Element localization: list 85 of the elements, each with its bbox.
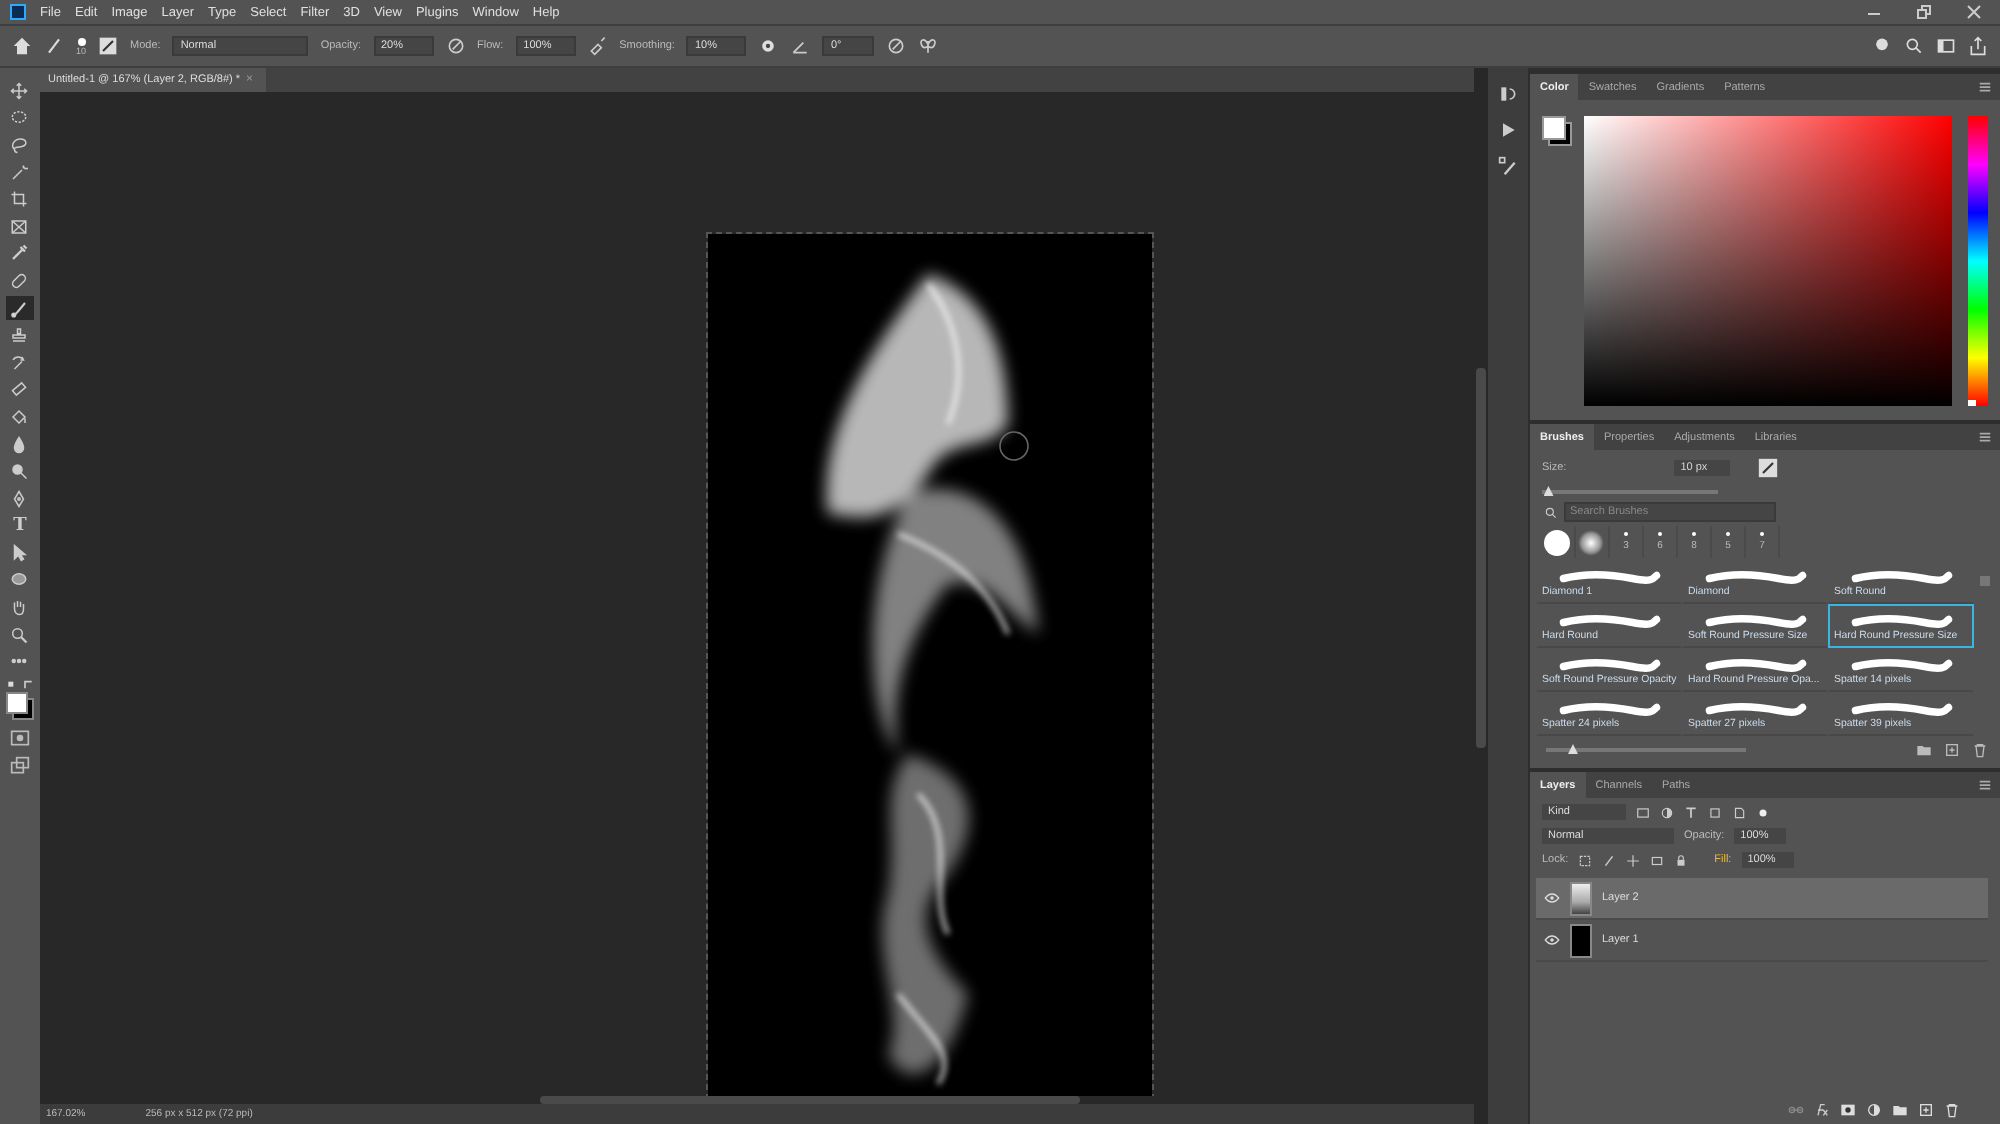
butterfly-icon[interactable] bbox=[918, 36, 939, 56]
lock-icon[interactable] bbox=[1674, 853, 1689, 867]
eye-icon[interactable] bbox=[1543, 892, 1560, 904]
app-logo-icon bbox=[10, 4, 26, 20]
home-icon[interactable] bbox=[12, 36, 32, 56]
pen-nib-icon bbox=[10, 489, 29, 508]
eye-icon[interactable] bbox=[1543, 934, 1560, 946]
brush-icon[interactable] bbox=[1602, 853, 1617, 867]
ellipse-icon bbox=[10, 570, 29, 589]
magic-wand-icon bbox=[10, 163, 29, 182]
zoom-icon bbox=[10, 625, 29, 644]
close-icon[interactable] bbox=[1964, 2, 1984, 22]
stamp-icon bbox=[10, 326, 29, 345]
eyedropper-icon bbox=[10, 244, 29, 263]
lasso-icon bbox=[10, 135, 29, 154]
shape-filter-icon[interactable] bbox=[1707, 805, 1722, 819]
layer-thumbnail bbox=[1569, 881, 1592, 915]
brushes-scrollbar[interactable] bbox=[1979, 576, 1990, 586]
airbrush-icon[interactable] bbox=[587, 36, 608, 56]
search-icon[interactable] bbox=[1904, 36, 1924, 56]
new-layer-icon[interactable] bbox=[1917, 1102, 1934, 1118]
move-arrows-icon[interactable] bbox=[1626, 853, 1641, 867]
adjustment-filter-icon[interactable] bbox=[1659, 805, 1674, 819]
history-brush-icon bbox=[10, 353, 29, 372]
angle-icon bbox=[790, 36, 811, 56]
lock-pixels-icon[interactable] bbox=[1578, 853, 1593, 867]
screen-mode-icon[interactable] bbox=[9, 756, 30, 777]
mask-icon[interactable] bbox=[1839, 1102, 1856, 1118]
brush-tip-preset[interactable] bbox=[1541, 526, 1576, 558]
brush-icon bbox=[10, 299, 29, 318]
horizontal-scrollbar[interactable] bbox=[539, 1096, 1080, 1104]
eraser-icon bbox=[10, 380, 29, 399]
workspace-icon[interactable] bbox=[1936, 36, 1956, 56]
color-picker-field[interactable] bbox=[1583, 116, 1952, 406]
share-icon[interactable] bbox=[1968, 36, 1988, 56]
swap-colors-icon[interactable] bbox=[5, 680, 34, 691]
move-arrows-icon bbox=[10, 81, 29, 100]
crop-icon bbox=[10, 190, 29, 209]
hand-icon bbox=[10, 598, 29, 617]
restore-icon[interactable] bbox=[1914, 2, 1934, 22]
layer-thumbnail bbox=[1569, 923, 1592, 957]
folder-icon[interactable] bbox=[1891, 1102, 1908, 1118]
trash-icon[interactable] bbox=[1943, 1102, 1960, 1118]
filter-toggle-icon[interactable] bbox=[1755, 805, 1770, 819]
bandage-icon bbox=[10, 271, 29, 290]
dodge-icon bbox=[10, 462, 29, 481]
gear-icon[interactable] bbox=[758, 36, 779, 56]
slider-thumb[interactable] bbox=[1543, 486, 1554, 496]
color-swatches[interactable] bbox=[5, 692, 34, 721]
brush-icon[interactable] bbox=[44, 36, 64, 56]
vertical-scrollbar[interactable] bbox=[1476, 368, 1487, 748]
panel-menu-icon[interactable] bbox=[1977, 80, 1992, 94]
cursor-arrow-icon bbox=[10, 543, 29, 562]
user-icon[interactable] bbox=[1872, 36, 1892, 56]
dashed-ellipse-icon bbox=[10, 108, 29, 127]
trash-icon[interactable] bbox=[1971, 742, 1988, 758]
panel-menu-icon[interactable] bbox=[1977, 778, 1992, 792]
search-icon bbox=[1543, 505, 1558, 519]
frame-icon bbox=[10, 217, 29, 236]
brush-tool[interactable] bbox=[5, 295, 34, 321]
smart-object-filter-icon[interactable] bbox=[1731, 805, 1746, 819]
brush-settings-icon[interactable] bbox=[1498, 156, 1518, 176]
brush-settings-icon[interactable] bbox=[98, 36, 119, 56]
panel-menu-icon[interactable] bbox=[1977, 430, 1992, 444]
artboard-icon[interactable] bbox=[1650, 853, 1665, 867]
paint-bucket-icon bbox=[10, 407, 29, 426]
hue-marker[interactable] bbox=[1967, 400, 1976, 406]
brush-settings-icon[interactable] bbox=[1758, 458, 1779, 478]
fx-icon[interactable] bbox=[1813, 1102, 1830, 1118]
pressure-size-icon[interactable] bbox=[886, 36, 907, 56]
image-filter-icon[interactable] bbox=[1635, 805, 1650, 819]
hue-slider[interactable] bbox=[1967, 116, 1988, 406]
type-filter-icon[interactable] bbox=[1683, 805, 1698, 819]
slider-thumb[interactable] bbox=[1567, 744, 1578, 754]
color-swatches[interactable] bbox=[1541, 116, 1572, 146]
type-tool[interactable]: T bbox=[5, 513, 34, 539]
brush-tip-preset[interactable] bbox=[1575, 526, 1610, 558]
play-icon[interactable] bbox=[1498, 120, 1518, 140]
pressure-icon[interactable] bbox=[445, 36, 465, 56]
quick-mask-icon[interactable] bbox=[9, 728, 30, 749]
droplet-icon bbox=[10, 435, 29, 454]
history-icon[interactable] bbox=[1498, 84, 1518, 104]
adjustment-icon[interactable] bbox=[1865, 1102, 1882, 1118]
folder-icon[interactable] bbox=[1915, 742, 1932, 758]
new-icon[interactable] bbox=[1943, 742, 1960, 758]
